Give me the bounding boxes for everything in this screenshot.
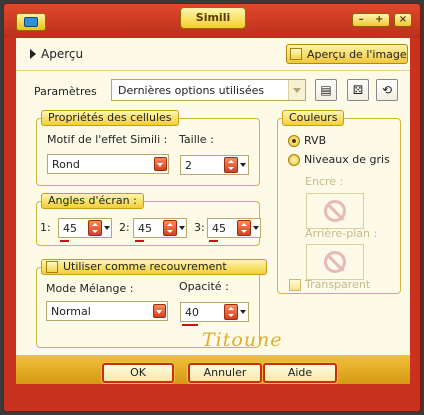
preview-label[interactable]: Aperçu: [41, 47, 83, 61]
angle-2-value: 45: [138, 222, 152, 235]
cell-properties-title: Propriétés des cellules: [41, 110, 179, 126]
stepper-icon[interactable]: [237, 220, 251, 236]
chevron-down-icon[interactable]: [178, 220, 187, 236]
preview-row: Aperçu Aperçu de l'image: [16, 44, 410, 64]
chevron-down-icon[interactable]: [239, 304, 248, 320]
overlay-title: Utiliser comme recouvrement: [63, 260, 227, 273]
angle-2-spinner[interactable]: 45: [133, 218, 187, 238]
transparent-label: Transparent: [305, 278, 371, 291]
chevron-down-icon[interactable]: [154, 157, 167, 171]
angle-1-spinner[interactable]: 45: [58, 218, 112, 238]
pattern-select[interactable]: Rond: [47, 154, 169, 174]
expand-arrow-icon[interactable]: [30, 49, 36, 59]
save-preset-button[interactable]: ▤: [315, 79, 337, 101]
app-icon: [16, 13, 46, 31]
window-title: Simili: [180, 7, 246, 29]
help-button[interactable]: Aide: [263, 363, 337, 383]
chevron-down-icon[interactable]: [288, 80, 305, 100]
close-icon[interactable]: ×: [399, 14, 407, 25]
angle-1-label: 1:: [40, 221, 51, 234]
cell-properties-group: Propriétés des cellules Motif de l'effet…: [36, 110, 260, 186]
size-value: 2: [185, 159, 192, 172]
colors-title: Couleurs: [282, 110, 345, 126]
chevron-down-icon[interactable]: [252, 220, 261, 236]
angle-3-value: 45: [212, 222, 226, 235]
opacity-label: Opacité :: [179, 280, 229, 293]
blend-mode-select[interactable]: Normal: [46, 301, 168, 321]
chevron-down-icon[interactable]: [153, 304, 166, 318]
screen-angles-title: Angles d'écran :: [41, 193, 144, 209]
opacity-level: [182, 324, 198, 326]
stepper-icon[interactable]: [224, 304, 238, 320]
image-preview-toggle[interactable]: Aperçu de l'image: [286, 44, 408, 64]
screen-angles-group: Angles d'écran : 1: 45 2: 45 3: 45: [36, 193, 261, 246]
colors-group: Couleurs RVB Niveaux de gris Encre : Arr…: [277, 110, 401, 294]
unavailable-icon: [324, 200, 346, 222]
opacity-spinner[interactable]: 40: [180, 302, 249, 322]
grayscale-radio[interactable]: [288, 154, 300, 166]
reset-button[interactable]: ⟲: [376, 79, 398, 101]
blend-mode-label: Mode Mélange :: [46, 282, 134, 295]
title-bar: Simili – + ×: [4, 4, 420, 38]
background-color-swatch: [306, 244, 364, 280]
maximize-icon[interactable]: +: [375, 14, 383, 26]
image-preview-label: Aperçu de l'image: [307, 48, 407, 61]
minimize-icon[interactable]: –: [359, 14, 364, 26]
stepper-icon[interactable]: [224, 157, 238, 173]
image-preview-checkbox[interactable]: [290, 48, 302, 60]
chevron-down-icon[interactable]: [239, 157, 248, 173]
pattern-label: Motif de l'effet Simili :: [47, 133, 168, 146]
background-color-label: Arrière-plan :: [305, 227, 378, 240]
cancel-button[interactable]: Annuler: [188, 363, 262, 383]
close-button[interactable]: ×: [394, 13, 412, 27]
blend-mode-value: Normal: [51, 305, 91, 318]
preset-select[interactable]: Dernières options utilisées: [111, 79, 306, 101]
random-button[interactable]: ⚄: [347, 79, 369, 101]
stepper-icon[interactable]: [163, 220, 177, 236]
rgb-radio[interactable]: [288, 135, 300, 147]
dialog-client-area: Aperçu Aperçu de l'image Paramètres Dern…: [16, 38, 410, 384]
dice-icon: ⚄: [352, 83, 364, 97]
ok-button[interactable]: OK: [102, 363, 174, 383]
stepper-icon[interactable]: [88, 220, 102, 236]
angle-3-level: [209, 240, 218, 242]
minimize-maximize-buttons[interactable]: – +: [352, 13, 390, 27]
save-icon: ▤: [320, 83, 332, 97]
opacity-value: 40: [185, 306, 199, 319]
angle-3-spinner[interactable]: 45: [207, 218, 261, 238]
preset-value: Dernières options utilisées: [118, 84, 265, 97]
angle-1-level: [60, 240, 69, 242]
overlay-checkbox[interactable]: [46, 261, 58, 273]
angle-1-value: 45: [63, 222, 77, 235]
params-label: Paramètres: [34, 85, 97, 98]
size-spinner[interactable]: 2: [180, 155, 249, 175]
chevron-down-icon[interactable]: [103, 220, 112, 236]
pattern-value: Rond: [52, 158, 80, 171]
simili-dialog: Simili – + × Aperçu Aperçu de l'image Pa…: [3, 3, 421, 412]
window-controls: – + ×: [352, 13, 412, 27]
unavailable-icon: [324, 251, 346, 273]
angle-3-label: 3:: [194, 221, 205, 234]
transparent-checkbox: [289, 279, 301, 291]
reset-icon: ⟲: [381, 83, 393, 97]
grayscale-label: Niveaux de gris: [304, 153, 390, 166]
ink-label: Encre :: [305, 175, 344, 188]
angle-2-level: [135, 240, 144, 242]
rgb-label: RVB: [304, 134, 327, 147]
angle-2-label: 2:: [119, 221, 130, 234]
divider: [16, 70, 410, 71]
size-label: Taille :: [179, 133, 214, 146]
watermark-signature: Titoune: [202, 329, 283, 351]
ink-color-swatch: [306, 193, 364, 229]
overlay-toggle[interactable]: Utiliser comme recouvrement: [41, 259, 267, 275]
